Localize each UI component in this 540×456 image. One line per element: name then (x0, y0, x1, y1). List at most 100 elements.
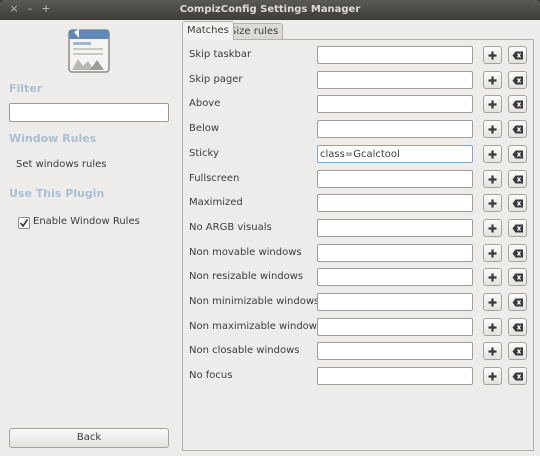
backspace-clear-icon (512, 298, 523, 307)
match-input[interactable] (317, 268, 473, 287)
backspace-clear-icon (512, 51, 523, 60)
match-row: Below (183, 118, 533, 142)
match-label: Below (189, 123, 220, 135)
match-input[interactable] (317, 218, 473, 237)
backspace-clear-icon (512, 372, 523, 381)
plus-icon (488, 372, 497, 381)
match-label: Non closable windows (189, 345, 300, 357)
match-input[interactable] (317, 95, 473, 114)
match-input[interactable]: class=Gcalctool (317, 144, 473, 163)
match-label: Non maximizable windows (189, 320, 323, 332)
tab-matches[interactable]: Matches (182, 21, 234, 40)
match-input[interactable] (317, 342, 473, 361)
match-input[interactable] (317, 46, 473, 64)
match-input[interactable] (317, 367, 473, 386)
add-match-button[interactable] (483, 46, 502, 64)
add-match-button[interactable] (483, 218, 502, 237)
match-label: Non resizable windows (189, 271, 304, 283)
add-match-button[interactable] (483, 293, 502, 311)
match-row: Non maximizable windows (183, 316, 533, 340)
clear-match-button[interactable] (508, 268, 527, 287)
plus-icon (488, 347, 497, 356)
use-plugin-heading: Use This Plugin (9, 187, 105, 200)
plus-icon (488, 273, 497, 282)
match-row: Fullscreen (183, 168, 533, 192)
backspace-clear-icon (512, 76, 523, 85)
window-rules-plugin-icon (66, 26, 112, 76)
plus-icon (488, 249, 497, 258)
clear-match-button[interactable] (508, 243, 527, 262)
add-match-button[interactable] (483, 95, 502, 114)
match-input[interactable] (317, 243, 473, 262)
match-row: Skip taskbar (183, 44, 533, 68)
backspace-clear-icon (512, 125, 523, 134)
match-input[interactable] (317, 317, 473, 336)
clear-match-button[interactable] (508, 218, 527, 237)
window-title: CompizConfig Settings Manager (179, 4, 361, 15)
backspace-clear-icon (512, 175, 523, 183)
match-row: Non movable windows (183, 242, 533, 266)
filter-input[interactable] (9, 103, 169, 122)
clear-match-button[interactable] (508, 293, 527, 311)
clear-match-button[interactable] (508, 46, 527, 64)
add-match-button[interactable] (483, 243, 502, 262)
add-match-button[interactable] (483, 367, 502, 386)
clear-match-button[interactable] (508, 194, 527, 213)
add-match-button[interactable] (483, 169, 502, 188)
match-row: Non closable windows (183, 340, 533, 364)
match-row: No focus (183, 365, 533, 389)
match-row: Maximized (183, 192, 533, 216)
add-match-button[interactable] (483, 268, 502, 287)
add-match-button[interactable] (483, 120, 502, 139)
match-input[interactable] (317, 120, 473, 139)
settings-window: × – + CompizConfig Settings Manager Filt… (0, 0, 540, 456)
plus-icon (488, 323, 497, 332)
clear-match-button[interactable] (508, 169, 527, 188)
backspace-clear-icon (512, 273, 523, 282)
clear-match-button[interactable] (508, 317, 527, 336)
match-label: Maximized (189, 197, 243, 209)
plus-icon (488, 199, 497, 208)
match-row: No ARGB visuals (183, 217, 533, 241)
backspace-clear-icon (512, 249, 523, 258)
enable-plugin-checkbox[interactable] (18, 217, 30, 229)
clear-match-button[interactable] (508, 70, 527, 89)
set-windows-rules-item[interactable]: Set windows rules (16, 159, 107, 170)
match-row: Above (183, 93, 533, 117)
clear-match-button[interactable] (508, 120, 527, 139)
add-match-button[interactable] (483, 194, 502, 213)
match-label: Skip pager (189, 73, 243, 85)
back-button[interactable]: Back (9, 428, 169, 448)
checkmark-icon (19, 219, 29, 228)
plus-icon (488, 298, 497, 307)
matches-panel: Skip taskbar Skip pager Above Below Sticky cl… (182, 39, 534, 451)
plus-icon (488, 76, 497, 85)
backspace-clear-icon (512, 224, 523, 233)
match-label: Non minimizable windows (189, 296, 320, 307)
add-match-button[interactable] (483, 342, 502, 361)
match-input[interactable] (317, 169, 473, 188)
match-row: Skip pager (183, 69, 533, 93)
match-label: Non movable windows (189, 246, 302, 258)
match-label: No ARGB visuals (189, 221, 272, 233)
add-match-button[interactable] (483, 317, 502, 336)
match-input[interactable] (317, 293, 473, 311)
plus-icon (488, 125, 497, 134)
match-input[interactable] (317, 194, 473, 213)
clear-match-button[interactable] (508, 342, 527, 361)
match-label: Fullscreen (189, 172, 240, 184)
match-input[interactable] (317, 70, 473, 89)
add-match-button[interactable] (483, 70, 502, 89)
clear-match-button[interactable] (508, 95, 527, 114)
plus-icon (488, 150, 497, 159)
clear-match-button[interactable] (508, 367, 527, 386)
backspace-clear-icon (512, 199, 523, 208)
plus-icon (488, 224, 497, 233)
match-label: Above (189, 98, 221, 110)
clear-match-button[interactable] (508, 144, 527, 163)
match-row: Non resizable windows (183, 266, 533, 290)
match-label: Sticky (189, 147, 219, 159)
backspace-clear-icon (512, 323, 523, 332)
match-row: Non minimizable windows (183, 291, 533, 315)
add-match-button[interactable] (483, 144, 502, 163)
